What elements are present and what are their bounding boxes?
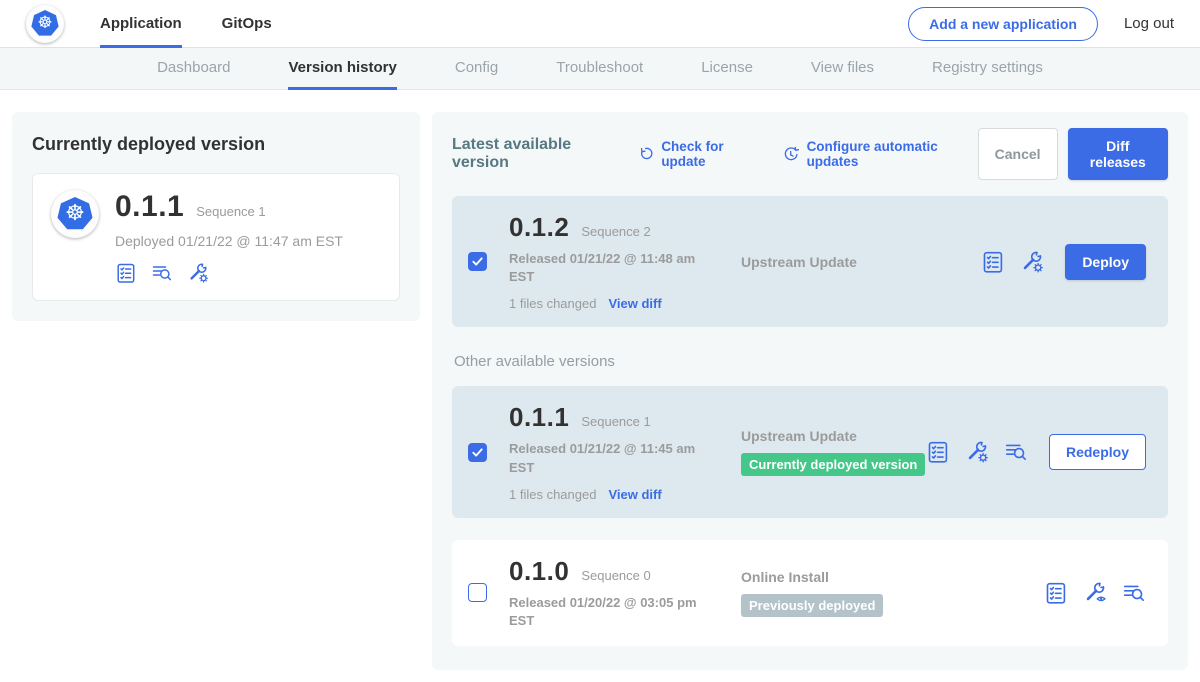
edit-config-icon[interactable] <box>1020 250 1044 274</box>
available-versions-header: Latest available version Check for updat… <box>452 128 1168 180</box>
deployed-version-card: ☸ 0.1.1 Sequence 1 Deployed 01/21/22 @ 1… <box>32 173 400 301</box>
deploy-logs-icon[interactable] <box>1122 581 1146 605</box>
view-diff-link[interactable]: View diff <box>608 487 661 502</box>
diff-releases-button[interactable]: Diff releases <box>1068 128 1168 180</box>
logout-button[interactable]: Log out <box>1124 15 1174 32</box>
view-diff-link[interactable]: View diff <box>608 296 661 311</box>
tab-version-history[interactable]: Version history <box>288 48 396 90</box>
kubernetes-heptagon-icon: ☸ <box>57 197 93 231</box>
check-for-update-link[interactable]: Check for update <box>638 139 762 169</box>
previously-deployed-badge: Previously deployed <box>741 594 883 617</box>
refresh-icon <box>638 145 654 163</box>
deploy-logs-icon[interactable] <box>1004 440 1028 464</box>
latest-available-title: Latest available version <box>452 136 618 172</box>
preflight-checklist-icon[interactable] <box>115 262 137 284</box>
version-source-label: Upstream Update <box>741 428 926 444</box>
kubernetes-logo: ☸ <box>26 5 64 43</box>
version-checkbox[interactable] <box>468 443 487 462</box>
released-timestamp: Released 01/21/22 @ 11:45 am EST <box>509 440 699 476</box>
sequence-label: Sequence 2 <box>581 224 650 239</box>
add-new-application-button[interactable]: Add a new application <box>908 7 1098 41</box>
currently-deployed-badge: Currently deployed version <box>741 453 925 476</box>
preflight-checklist-icon[interactable] <box>926 440 950 464</box>
check-icon <box>470 445 485 460</box>
preflight-checklist-icon[interactable] <box>1044 581 1068 605</box>
tab-dashboard[interactable]: Dashboard <box>157 48 230 90</box>
check-icon <box>470 254 485 269</box>
preflight-checklist-icon[interactable] <box>981 250 1005 274</box>
deployed-sequence-label: Sequence 1 <box>196 204 265 219</box>
app-sub-nav: Dashboard Version history Config Trouble… <box>0 48 1200 90</box>
tab-config[interactable]: Config <box>455 48 498 90</box>
top-nav: ☸ Application GitOps Add a new applicati… <box>0 0 1200 48</box>
view-config-icon[interactable] <box>1083 581 1107 605</box>
clock-refresh-icon <box>782 145 799 164</box>
currently-deployed-title: Currently deployed version <box>32 134 400 155</box>
version-number: 0.1.2 <box>509 212 569 243</box>
tab-view-files[interactable]: View files <box>811 48 874 90</box>
redeploy-button[interactable]: Redeploy <box>1049 434 1146 470</box>
released-timestamp: Released 01/20/22 @ 03:05 pm EST <box>509 594 699 630</box>
version-source-label: Upstream Update <box>741 254 981 270</box>
kubernetes-heptagon-icon: ☸ <box>31 10 59 37</box>
deploy-button[interactable]: Deploy <box>1065 244 1146 280</box>
edit-config-icon[interactable] <box>965 440 989 464</box>
version-number: 0.1.0 <box>509 556 569 587</box>
released-timestamp: Released 01/21/22 @ 11:48 am EST <box>509 250 699 286</box>
other-available-versions-title: Other available versions <box>452 353 1168 370</box>
files-changed-label: 1 files changed <box>509 487 596 502</box>
tab-license[interactable]: License <box>701 48 753 90</box>
version-source-label: Online Install <box>741 569 1044 585</box>
version-row-0-1-0: 0.1.0 Sequence 0 Released 01/20/22 @ 03:… <box>452 540 1168 646</box>
version-row-0-1-2: 0.1.2 Sequence 2 Released 01/21/22 @ 11:… <box>452 196 1168 327</box>
configure-automatic-updates-link[interactable]: Configure automatic updates <box>782 139 977 169</box>
files-changed-label: 1 files changed <box>509 296 596 311</box>
deployed-version-number: 0.1.1 <box>115 190 184 224</box>
deploy-logs-icon[interactable] <box>151 262 173 284</box>
app-icon: ☸ <box>51 190 99 238</box>
sequence-label: Sequence 0 <box>581 568 650 583</box>
tab-registry-settings[interactable]: Registry settings <box>932 48 1043 90</box>
version-checkbox[interactable] <box>468 252 487 271</box>
version-number: 0.1.1 <box>509 402 569 433</box>
version-checkbox[interactable] <box>468 583 487 602</box>
tab-application[interactable]: Application <box>100 0 182 48</box>
currently-deployed-panel: Currently deployed version ☸ 0.1.1 Seque… <box>12 112 420 321</box>
sequence-label: Sequence 1 <box>581 414 650 429</box>
tab-troubleshoot[interactable]: Troubleshoot <box>556 48 643 90</box>
available-versions-panel: Latest available version Check for updat… <box>432 112 1188 670</box>
main-content: Currently deployed version ☸ 0.1.1 Seque… <box>0 90 1200 682</box>
edit-config-icon[interactable] <box>187 262 209 284</box>
top-nav-tabs: Application GitOps <box>100 0 272 48</box>
deployed-timestamp: Deployed 01/21/22 @ 11:47 am EST <box>115 233 343 249</box>
tab-gitops[interactable]: GitOps <box>222 0 272 48</box>
cancel-button[interactable]: Cancel <box>978 128 1058 180</box>
version-row-0-1-1: 0.1.1 Sequence 1 Released 01/21/22 @ 11:… <box>452 386 1168 517</box>
